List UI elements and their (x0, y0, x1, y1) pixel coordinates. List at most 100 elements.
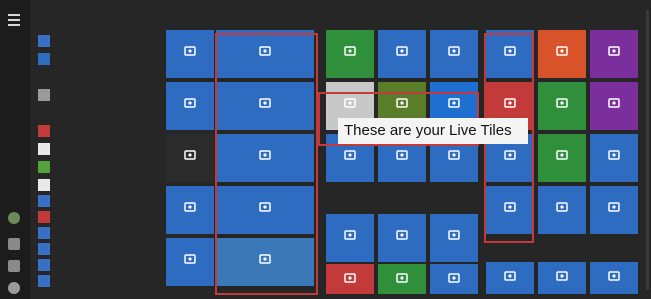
globe-2-tile[interactable] (430, 264, 478, 294)
store-tile[interactable] (430, 30, 478, 78)
app-list-item-label (56, 161, 160, 173)
globe-icon (447, 270, 461, 284)
app-list-item[interactable] (38, 194, 156, 208)
start-rail (0, 0, 30, 299)
app-list-item[interactable] (38, 226, 156, 240)
app-icon (38, 179, 50, 191)
news-tile[interactable] (326, 214, 374, 262)
app-list-item-label (56, 89, 160, 101)
app-icon (38, 243, 50, 255)
image-icon (258, 251, 272, 265)
app-list-item[interactable] (38, 124, 156, 138)
onenote-icon (555, 199, 569, 213)
photos-2-tile[interactable] (430, 214, 478, 262)
bottom-app-3-tile[interactable] (590, 262, 638, 294)
onenote-tile[interactable] (538, 186, 586, 234)
bottom-app-2-tile[interactable] (538, 262, 586, 294)
doc-icon (343, 147, 357, 161)
cards-icon (343, 95, 357, 109)
bottom-app-1-tile[interactable] (486, 262, 534, 294)
app-list-item[interactable] (38, 52, 156, 66)
app-list-item[interactable] (38, 88, 156, 102)
app-list-item[interactable] (38, 178, 156, 192)
powerpoint-icon (555, 43, 569, 57)
mail-tile[interactable] (166, 30, 214, 78)
app-icon (395, 270, 409, 284)
excel-tile[interactable] (486, 30, 534, 78)
office-icon (555, 95, 569, 109)
map-icon (395, 227, 409, 241)
app-list-item-label (56, 227, 160, 239)
app-list-item-label (56, 53, 160, 65)
calendar-icon (258, 43, 272, 57)
app-list-item[interactable] (38, 274, 156, 288)
groove-tile[interactable] (166, 186, 214, 234)
outlook-tile[interactable] (590, 134, 638, 182)
weather-tile[interactable] (216, 82, 314, 130)
play-icon (183, 199, 197, 213)
folder-icon (38, 35, 50, 47)
office-icon (503, 147, 517, 161)
app-icon (38, 161, 50, 173)
app-icon (183, 251, 197, 265)
cortana-icon (258, 147, 272, 161)
app-icon (607, 268, 621, 282)
app-list-item[interactable] (38, 34, 156, 48)
app-list (30, 0, 156, 299)
app-icon (38, 89, 50, 101)
browser-tile[interactable] (378, 30, 426, 78)
onedrive-tile[interactable] (486, 186, 534, 234)
power-icon[interactable] (8, 282, 20, 294)
photo-preview-tile[interactable] (216, 238, 314, 286)
app-list-item-label (56, 195, 160, 207)
powerpoint-tile[interactable] (538, 30, 586, 78)
app-list-item-label (56, 179, 160, 191)
scrollbar[interactable] (646, 10, 649, 290)
photo-icon (447, 227, 461, 241)
hamburger-icon[interactable] (8, 14, 20, 26)
app-list-item[interactable] (38, 210, 156, 224)
documents-icon[interactable] (8, 238, 20, 250)
app-list-item[interactable] (38, 142, 156, 156)
teams-icon (607, 43, 621, 57)
office-green-2-tile[interactable] (538, 134, 586, 182)
minecraft-icon (395, 95, 409, 109)
project-tile[interactable] (590, 186, 638, 234)
calculator-icon (395, 147, 409, 161)
app-icon (343, 270, 357, 284)
tile-area (156, 0, 651, 299)
user-icon[interactable] (8, 212, 20, 224)
settings-icon[interactable] (8, 260, 20, 272)
app-icon (38, 259, 50, 271)
teams-tile[interactable] (590, 30, 638, 78)
app-icon (503, 268, 517, 282)
chat-icon (447, 147, 461, 161)
news-icon (343, 227, 357, 241)
globe-icon (395, 43, 409, 57)
app-icon (38, 227, 50, 239)
red-app-tile[interactable] (326, 264, 374, 294)
store-app-tile[interactable] (326, 30, 374, 78)
app-list-item-label (56, 211, 160, 223)
office-green-tile[interactable] (538, 82, 586, 130)
app-icon (343, 43, 357, 57)
office-icon (607, 95, 621, 109)
chrome-tile[interactable] (166, 134, 214, 182)
photos-tile[interactable] (216, 186, 314, 234)
calendar-tile[interactable] (216, 30, 314, 78)
office-icon (555, 147, 569, 161)
project-icon (607, 199, 621, 213)
cortana-tile[interactable] (216, 134, 314, 182)
green-app-tile[interactable] (378, 264, 426, 294)
app-icon (38, 211, 50, 223)
app-icon (555, 268, 569, 282)
app-list-item[interactable] (38, 258, 156, 272)
app-list-item[interactable] (38, 160, 156, 174)
shazam-icon (447, 95, 461, 109)
app-list-item[interactable] (38, 242, 156, 256)
edge-tile[interactable] (166, 82, 214, 130)
office-purple-tile[interactable] (590, 82, 638, 130)
maps-tile[interactable] (378, 214, 426, 262)
app-tile[interactable] (166, 238, 214, 286)
cloud-icon (258, 95, 272, 109)
